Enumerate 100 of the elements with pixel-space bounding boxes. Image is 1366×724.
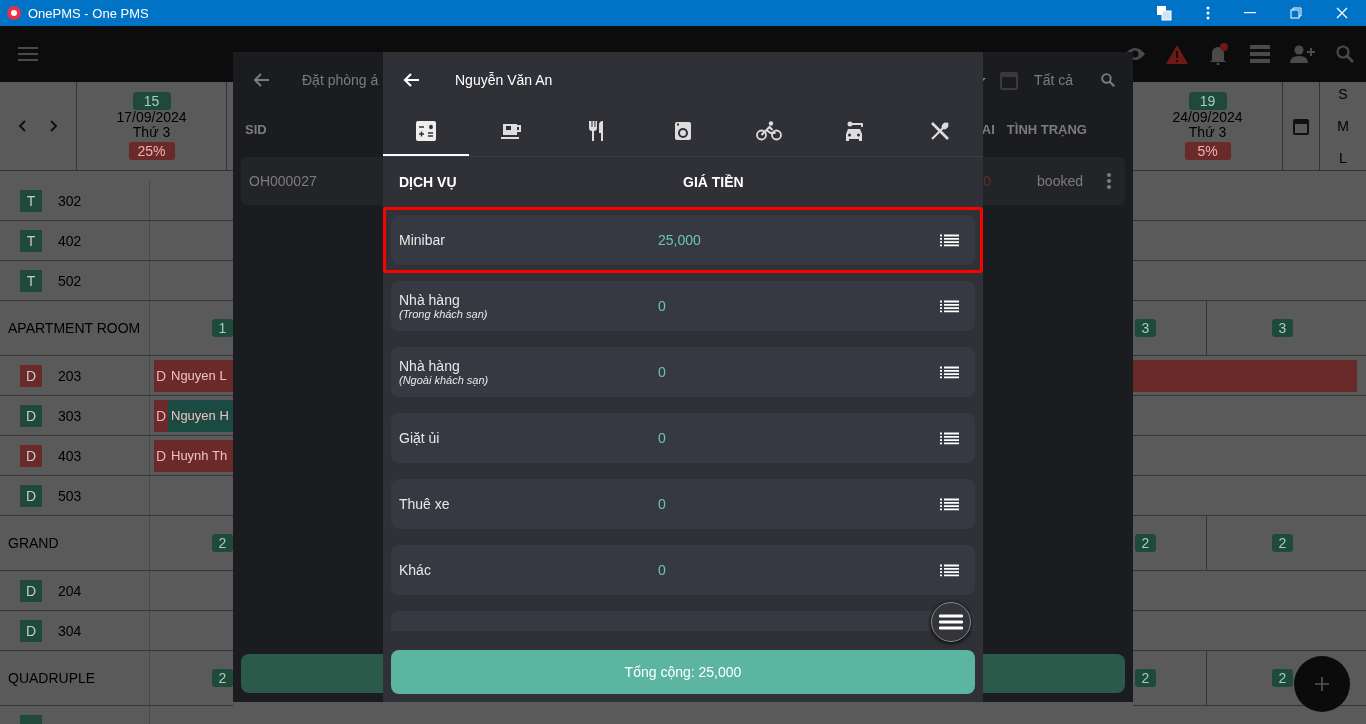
minimize-icon[interactable] <box>1244 12 1256 14</box>
service-price: 0 <box>658 364 667 380</box>
room-number: 302 <box>58 192 82 209</box>
service-price: 0 <box>658 298 667 314</box>
booking-id: OH000027 <box>249 173 317 189</box>
day-badge: 15 <box>132 92 171 110</box>
more-icon[interactable] <box>1206 6 1210 20</box>
room-type-label: APARTMENT ROOM <box>8 320 141 336</box>
service-price: 0 <box>658 562 667 578</box>
room-number: 204 <box>58 582 82 599</box>
availability-badge: 2 <box>212 669 233 687</box>
column-header: DỊCH VỤ <box>399 173 458 190</box>
room-status-badge: D <box>20 484 42 507</box>
plus-icon <box>1314 676 1330 692</box>
date-label: 17/09/2024 <box>116 110 187 125</box>
room-status-badge: D <box>20 364 42 387</box>
booking-code: D <box>154 399 168 432</box>
booking-bar[interactable]: D Huynh Th <box>154 439 233 472</box>
close-icon[interactable] <box>1336 7 1348 19</box>
menu-button[interactable] <box>931 602 971 642</box>
room-number: 402 <box>58 232 82 249</box>
service-row[interactable]: Nhà hàng (Trong khách sạn) 0 <box>391 281 975 331</box>
booking-bar[interactable]: D Nguyen L <box>154 359 233 392</box>
service-row[interactable]: Giặt ủi 0 <box>391 413 975 463</box>
list-icon[interactable] <box>940 497 959 511</box>
list-icon[interactable] <box>940 233 959 247</box>
service-name: Minibar <box>399 232 446 248</box>
service-name: Thuê xe <box>399 496 451 512</box>
service-note: (Trong khách sạn) <box>399 308 489 320</box>
service-row[interactable]: Minibar 25,000 <box>391 215 975 265</box>
service-row[interactable]: Nhà hàng (Ngoài khách sạn) 0 <box>391 347 975 397</box>
next-icon[interactable] <box>50 120 58 132</box>
calculator-icon <box>415 121 436 141</box>
column-header: TÌNH TRẠNG <box>1006 121 1087 137</box>
booking-bar[interactable]: D Nguyen H <box>154 399 233 432</box>
availability-badge: 1 <box>212 319 233 337</box>
column-header: SID <box>245 121 267 137</box>
room-number: 303 <box>58 407 82 424</box>
availability-badge: 2 <box>1272 669 1293 687</box>
washing-machine-icon <box>675 122 691 140</box>
availability-badge: 2 <box>1135 534 1156 552</box>
service-price: 0 <box>658 496 667 512</box>
availability-badge: 3 <box>1272 319 1293 337</box>
service-note: (Ngoài khách sạn) <box>399 374 490 386</box>
more-icon[interactable] <box>1107 173 1111 189</box>
bicycle-icon <box>755 121 782 141</box>
room-type-label: GRAND <box>8 535 59 551</box>
restore-icon[interactable] <box>1290 7 1302 19</box>
list-icon[interactable] <box>940 365 959 379</box>
room-type-label: QUADRUPLE <box>8 670 96 686</box>
service-name: Nhà hàng <box>399 292 461 308</box>
app-logo-icon <box>6 5 22 21</box>
room-status-badge: T <box>20 269 42 292</box>
date-label: 24/09/2024 <box>1172 110 1243 125</box>
column-header: GIÁ TIỀN <box>683 173 744 190</box>
crossed-fork-spoon-icon <box>930 121 951 141</box>
add-button[interactable] <box>1294 656 1350 712</box>
service-name: Khác <box>399 562 432 578</box>
dialog-title: Đặt phòng á <box>302 72 379 88</box>
service-name: Nhà hàng <box>399 358 461 374</box>
weekday-label: Thứ 3 <box>132 125 171 140</box>
guest-name: Nguyen L <box>170 368 227 383</box>
room-status-badge: D <box>20 404 42 427</box>
availability-badge: 3 <box>1135 319 1156 337</box>
guest-name: Nguyễn Văn An <box>455 72 553 88</box>
room-number: 304 <box>58 622 82 639</box>
service-row[interactable]: Thuê xe 0 <box>391 479 975 529</box>
table-cell: 0 <box>983 173 992 189</box>
room-number: 203 <box>58 367 82 384</box>
list-icon[interactable] <box>940 299 959 313</box>
guest-name: Huynh Th <box>170 448 228 463</box>
service-price: 25,000 <box>658 232 702 248</box>
weekday-label: Thứ 3 <box>1188 125 1227 140</box>
availability-badge: 2 <box>1135 669 1156 687</box>
room-status-badge: D <box>20 619 42 642</box>
coffee-cup-icon <box>500 122 523 140</box>
column-header: AI <box>981 121 995 137</box>
booking-status: booked <box>1037 173 1083 189</box>
room-status-badge: D <box>20 444 42 467</box>
occupancy-badge: 5% <box>1184 142 1231 160</box>
translate-icon[interactable] <box>1156 5 1172 21</box>
list-icon[interactable] <box>940 431 959 445</box>
menu-icon <box>939 614 963 630</box>
room-status-badge: T <box>20 189 42 212</box>
occupancy-badge: 25% <box>128 142 175 160</box>
room-status-badge: D <box>20 579 42 602</box>
room-status-badge: T <box>20 229 42 252</box>
search-icon[interactable] <box>1101 73 1115 87</box>
service-price: 0 <box>658 430 667 446</box>
room-number: 503 <box>58 487 82 504</box>
filter-label[interactable]: Tất cả <box>1034 72 1073 88</box>
guest-name: Nguyen H <box>170 408 229 423</box>
service-name: Giặt ủi <box>399 430 441 446</box>
day-badge: 19 <box>1188 92 1227 110</box>
list-icon[interactable] <box>940 563 959 577</box>
calendar-icon[interactable] <box>1293 117 1309 135</box>
room-number: 403 <box>58 447 82 464</box>
service-row[interactable]: Khác 0 <box>391 545 975 595</box>
previous-icon[interactable] <box>18 120 26 132</box>
car-icon <box>845 121 864 141</box>
